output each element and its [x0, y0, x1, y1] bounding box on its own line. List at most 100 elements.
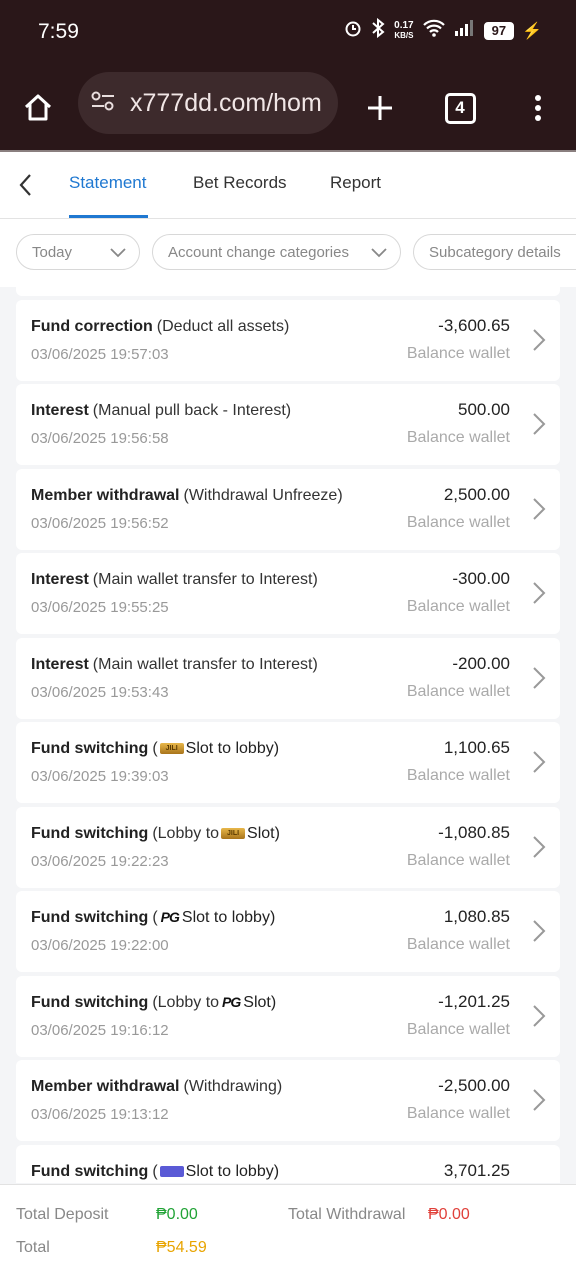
record-time: 03/06/2025 19:22:00 [31, 937, 169, 954]
record-type: Member withdrawal [31, 487, 180, 504]
record-detail: (Main wallet transfer to Interest) [92, 571, 318, 588]
chevron-right-icon [532, 666, 546, 695]
record-detail-suffix: Slot to lobby) [185, 740, 280, 757]
record-detail: (Withdrawal Unfreeze) [183, 487, 343, 504]
record-detail-suffix: Slot to lobby) [181, 909, 276, 926]
back-icon[interactable] [10, 168, 40, 202]
record-time: 03/06/2025 19:57:03 [31, 346, 169, 363]
battery-indicator: 97 [483, 21, 515, 40]
date-filter-label: Today [32, 243, 73, 261]
pg-provider-logo: PG [160, 909, 180, 925]
record-type: Fund switching [31, 1163, 149, 1180]
pg-provider-logo: PG [222, 994, 241, 1010]
summary-footer: Total Deposit ₱0.00 Total Withdrawal ₱0.… [0, 1184, 576, 1281]
record-type: Member withdrawal [31, 1078, 180, 1095]
record-detail-suffix: Slot) [243, 994, 277, 1011]
browser-toolbar: x777dd.com/hom 4 [0, 66, 576, 152]
record-time: 03/06/2025 19:16:12 [31, 1022, 169, 1039]
list-item[interactable]: Interest (Main wallet transfer to Interes… [16, 553, 560, 634]
statement-list: Fund correction (Deduct all assets) 03/06… [0, 287, 576, 1183]
record-detail: (Manual pull back - Interest) [92, 402, 292, 419]
record-detail: (Lobby to [152, 825, 220, 842]
list-item[interactable]: Fund switching(PG Slot to lobby) 03/06/20… [16, 891, 560, 972]
record-wallet: Balance wallet [406, 598, 510, 615]
record-amount: 500.00 [458, 400, 510, 419]
chevron-right-icon [532, 919, 546, 948]
more-menu-icon[interactable] [510, 80, 566, 136]
record-wallet: Balance wallet [406, 1021, 510, 1038]
chevron-right-icon [532, 835, 546, 864]
subcategory-filter[interactable]: Subcategory details [413, 234, 576, 270]
record-time: 03/06/2025 19:56:52 [31, 515, 169, 532]
wifi-icon [422, 19, 446, 42]
record-detail: ( [152, 1163, 158, 1180]
status-bar: 7:59 0.17 KB/S 97 ⚡ [0, 0, 576, 66]
record-amount: -3,600.65 [438, 316, 510, 335]
record-detail-suffix: Slot) [247, 825, 280, 842]
tab-bet-records[interactable]: Bet Records [193, 173, 287, 193]
category-filter[interactable]: Account change categories [152, 234, 401, 270]
record-type: Fund switching [31, 825, 149, 842]
chevron-right-icon [532, 1004, 546, 1033]
list-item[interactable]: Member withdrawal (Withdrawing) 03/06/202… [16, 1060, 560, 1141]
list-item[interactable]: Member withdrawal (Withdrawal Unfreeze) 0… [16, 469, 560, 550]
new-tab-icon[interactable] [352, 80, 408, 136]
slot-provider-logo: JILI [221, 828, 246, 840]
list-item[interactable]: Fund correction (Deduct all assets) 03/06… [16, 300, 560, 381]
record-time: 03/06/2025 19:56:58 [31, 430, 169, 447]
record-wallet: Balance wallet [406, 683, 510, 700]
subcategory-filter-label: Subcategory details [429, 243, 561, 261]
record-type: Interest [31, 402, 89, 419]
signal-icon [454, 20, 476, 41]
slot-provider-logo [159, 1166, 184, 1178]
tab-switcher-button[interactable]: 4 [432, 80, 488, 136]
record-time: 03/06/2025 19:13:12 [31, 1106, 169, 1123]
chevron-right-icon [532, 497, 546, 526]
record-wallet: Balance wallet [406, 936, 510, 953]
total-value: ₱54.59 [156, 1239, 207, 1256]
record-detail: (Withdrawing) [183, 1078, 283, 1095]
record-wallet: Balance wallet [406, 345, 510, 362]
list-item[interactable]: Fund switching(JILI Slot to lobby) 03/06/… [16, 722, 560, 803]
slot-provider-logo: JILI [159, 743, 184, 755]
list-item[interactable]: Interest (Manual pull back - Interest) 03… [16, 384, 560, 465]
total-deposit-value: ₱0.00 [156, 1206, 198, 1223]
tab-count: 4 [444, 92, 476, 124]
site-settings-icon[interactable] [90, 90, 116, 117]
total-deposit-label: Total Deposit [16, 1206, 109, 1223]
address-bar[interactable]: x777dd.com/hom [78, 72, 338, 134]
date-filter[interactable]: Today [16, 234, 140, 270]
total-withdrawal-label: Total Withdrawal [288, 1206, 406, 1223]
record-time: 03/06/2025 19:53:43 [31, 684, 169, 701]
record-type: Interest [31, 656, 89, 673]
chevron-right-icon [532, 328, 546, 357]
status-icons: 0.17 KB/S 97 ⚡ [344, 17, 542, 43]
tab-report[interactable]: Report [330, 173, 381, 193]
list-item[interactable]: Interest (Main wallet transfer to Interes… [16, 638, 560, 719]
bluetooth-icon [370, 17, 386, 43]
record-time: 03/06/2025 19:22:23 [31, 853, 169, 870]
record-wallet: Balance wallet [406, 852, 510, 869]
url-text[interactable]: x777dd.com/hom [130, 89, 322, 118]
record-detail: (Main wallet transfer to Interest) [92, 656, 318, 673]
record-type: Fund switching [31, 994, 149, 1011]
home-icon[interactable] [10, 80, 66, 136]
record-amount: -2,500.00 [438, 1076, 510, 1095]
charging-icon: ⚡ [522, 22, 542, 40]
status-time: 7:59 [38, 20, 79, 43]
record-type: Interest [31, 571, 89, 588]
category-filter-label: Account change categories [168, 243, 349, 261]
list-item[interactable]: Fund switching (Lobby to PG Slot) 03/06/202… [16, 976, 560, 1057]
record-wallet: Balance wallet [406, 767, 510, 784]
record-detail: ( [152, 740, 158, 757]
total-label: Total [16, 1239, 50, 1256]
chevron-right-icon [532, 581, 546, 610]
record-amount: 2,500.00 [443, 485, 510, 504]
record-amount: 3,701.25 [443, 1161, 510, 1180]
list-item[interactable]: Fund switching (Lobby to JILI Slot) 03/06/2… [16, 807, 560, 888]
filter-bar: Today Account change categories Subcateg… [0, 219, 576, 287]
tab-statement[interactable]: Statement [69, 173, 147, 193]
chevron-down-icon [370, 243, 388, 265]
list-item[interactable]: Fund switching(Slot to lobby) 3,701.25 [16, 1145, 560, 1183]
record-amount: 1,080.85 [443, 907, 510, 926]
